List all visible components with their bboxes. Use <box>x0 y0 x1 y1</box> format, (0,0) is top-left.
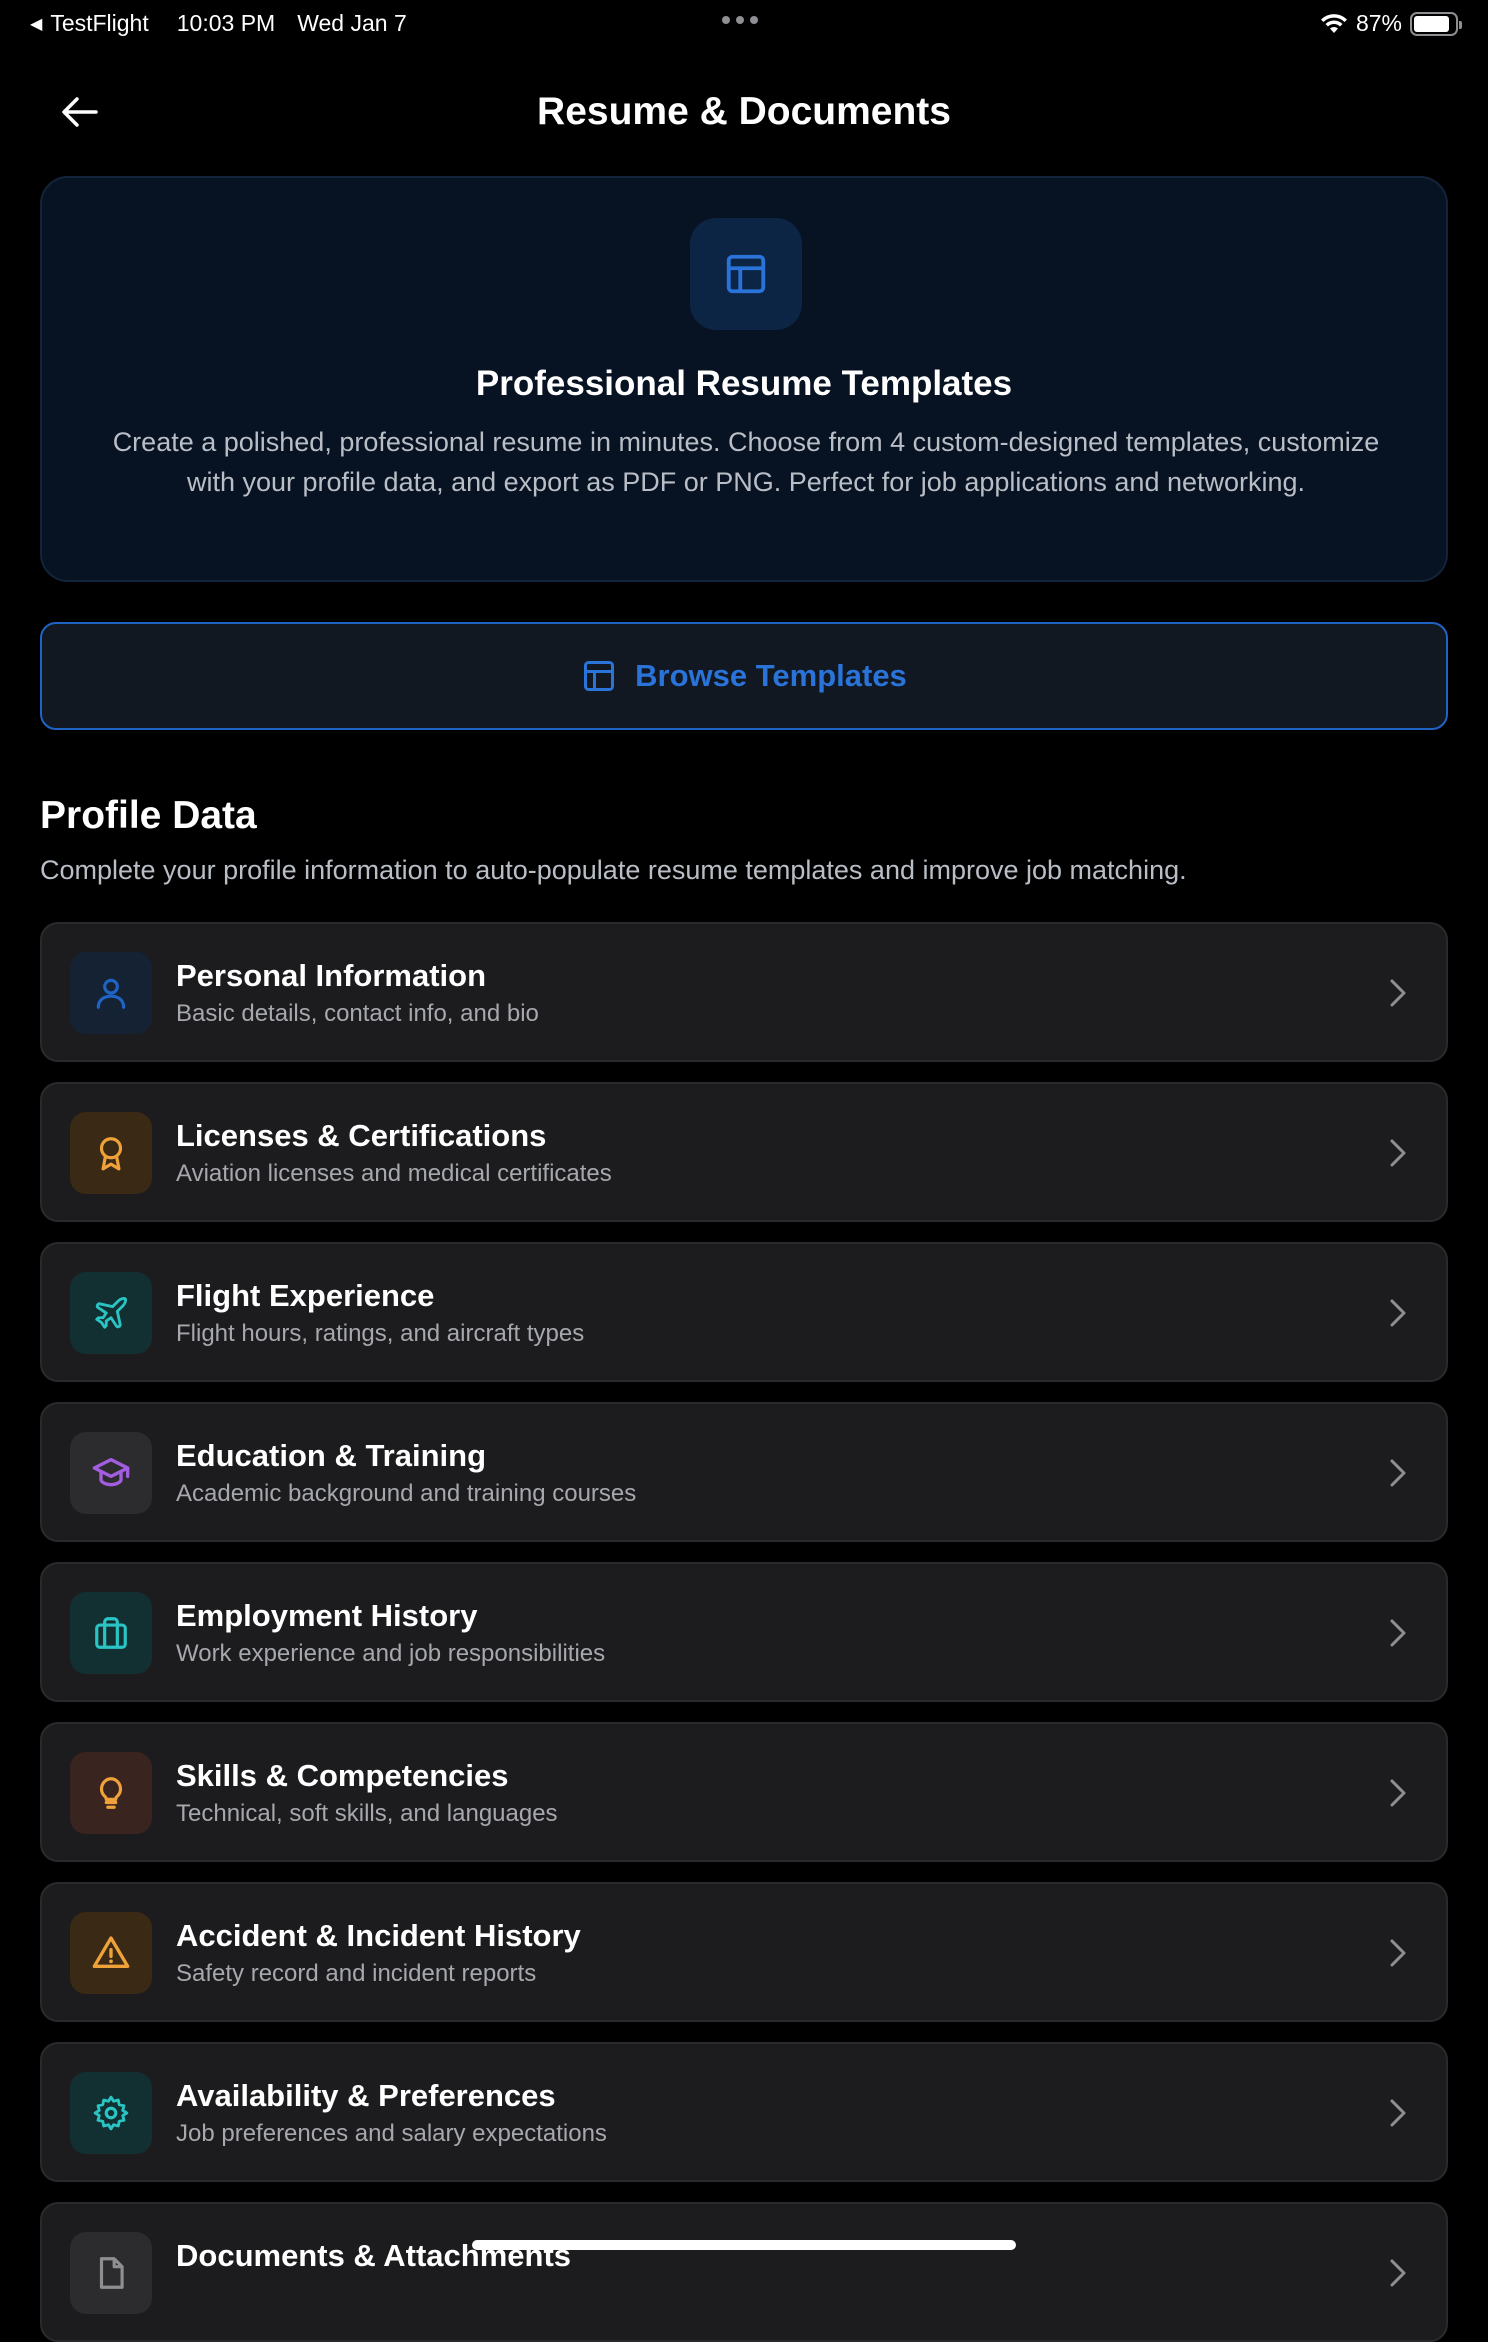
icon-tile <box>70 1752 152 1834</box>
icon-tile <box>70 2232 152 2314</box>
document-icon <box>99 2257 124 2289</box>
section-title: Profile Data <box>40 794 257 837</box>
chevron-right-icon <box>1390 1299 1406 1327</box>
list-item-licenses-certifications[interactable]: Licenses & Certifications Aviation licen… <box>40 1082 1448 1222</box>
item-title: Skills & Competencies <box>176 1758 509 1793</box>
item-subtitle: Safety record and incident reports <box>176 1960 537 1987</box>
browse-templates-button[interactable]: Browse Templates <box>40 622 1448 730</box>
arrow-left-icon <box>62 97 98 127</box>
item-title: Education & Training <box>176 1438 487 1473</box>
list-item-availability-preferences[interactable]: Availability & Preferences Job preferenc… <box>40 2042 1448 2182</box>
icon-tile <box>70 1912 152 1994</box>
item-subtitle: Aviation licenses and medical certificat… <box>176 1160 612 1187</box>
chevron-right-icon <box>1390 2259 1406 2287</box>
list-item-documents-attachments[interactable]: Documents & Attachments <box>40 2202 1448 2342</box>
multitasking-dots-icon[interactable] <box>722 16 758 24</box>
browse-templates-label: Browse Templates <box>635 658 907 693</box>
icon-tile <box>70 2072 152 2154</box>
lightbulb-icon <box>99 1777 123 1809</box>
wifi-icon <box>1320 13 1347 33</box>
chevron-right-icon <box>1390 1139 1406 1167</box>
chevron-right-icon <box>1390 2099 1406 2127</box>
icon-tile <box>70 1112 152 1194</box>
hero-icon-tile <box>690 218 802 330</box>
list-item-flight-experience[interactable]: Flight Experience Flight hours, ratings,… <box>40 1242 1448 1382</box>
chevron-right-icon <box>1390 979 1406 1007</box>
item-subtitle: Basic details, contact info, and bio <box>176 1000 539 1027</box>
battery-percent: 87% <box>1355 10 1402 36</box>
item-subtitle: Job preferences and salary expectations <box>176 2120 607 2147</box>
page-title: Resume & Documents <box>537 90 951 133</box>
icon-tile <box>70 952 152 1034</box>
graduation-cap-icon <box>92 1458 130 1487</box>
template-layout-icon <box>584 661 615 691</box>
item-title: Flight Experience <box>176 1278 435 1313</box>
item-title: Availability & Preferences <box>176 2078 556 2113</box>
item-subtitle: Academic background and training courses <box>176 1480 637 1507</box>
status-date: Wed Jan 7 <box>297 10 407 36</box>
status-left: ◀ TestFlight 10:03 PM Wed Jan 7 <box>30 10 407 37</box>
chevron-right-icon <box>1390 1939 1406 1967</box>
item-subtitle: Work experience and job responsibilities <box>176 1640 606 1667</box>
list-item-skills-competencies[interactable]: Skills & Competencies Technical, soft sk… <box>40 1722 1448 1862</box>
chevron-right-icon <box>1390 1459 1406 1487</box>
back-button[interactable] <box>52 88 108 136</box>
back-to-app-icon[interactable]: ◀ <box>30 14 42 34</box>
hero-title: Professional Resume Templates <box>475 364 1013 403</box>
item-title: Licenses & Certifications <box>176 1118 547 1153</box>
home-indicator[interactable] <box>472 2240 1016 2250</box>
battery-icon <box>1410 11 1462 36</box>
back-to-app-label[interactable]: TestFlight <box>50 10 148 37</box>
item-title: Accident & Incident History <box>176 1918 581 1953</box>
award-icon <box>99 1137 123 1171</box>
templates-hero-card: Professional Resume Templates Create a p… <box>40 176 1448 582</box>
icon-tile <box>70 1592 152 1674</box>
user-icon <box>96 978 126 1009</box>
item-title: Personal Information <box>176 958 487 993</box>
icon-tile <box>70 1432 152 1514</box>
battery-level <box>1414 15 1449 32</box>
list-item-employment-history[interactable]: Employment History Work experience and j… <box>40 1562 1448 1702</box>
briefcase-icon <box>95 1617 127 1649</box>
status-right: 87% <box>1320 10 1462 37</box>
warning-icon <box>92 1936 130 1968</box>
hero-description: Create a polished, professional resume i… <box>112 427 1380 497</box>
gear-icon <box>93 2095 129 2131</box>
item-title: Employment History <box>176 1598 478 1633</box>
template-layout-icon <box>726 254 766 294</box>
chevron-right-icon <box>1390 1779 1406 1807</box>
status-time: 10:03 PM <box>176 10 276 36</box>
item-subtitle: Flight hours, ratings, and aircraft type… <box>176 1320 585 1347</box>
plane-icon <box>95 1297 127 1329</box>
chevron-right-icon <box>1390 1619 1406 1647</box>
section-subtitle: Complete your profile information to aut… <box>40 855 1187 885</box>
list-item-personal-information[interactable]: Personal Information Basic details, cont… <box>40 922 1448 1062</box>
item-subtitle: Technical, soft skills, and languages <box>176 1800 558 1827</box>
list-item-accident-incident-history[interactable]: Accident & Incident History Safety recor… <box>40 1882 1448 2022</box>
status-bar: ◀ TestFlight 10:03 PM Wed Jan 7 87% <box>0 0 1488 48</box>
list-item-education-training[interactable]: Education & Training Academic background… <box>40 1402 1448 1542</box>
icon-tile <box>70 1272 152 1354</box>
